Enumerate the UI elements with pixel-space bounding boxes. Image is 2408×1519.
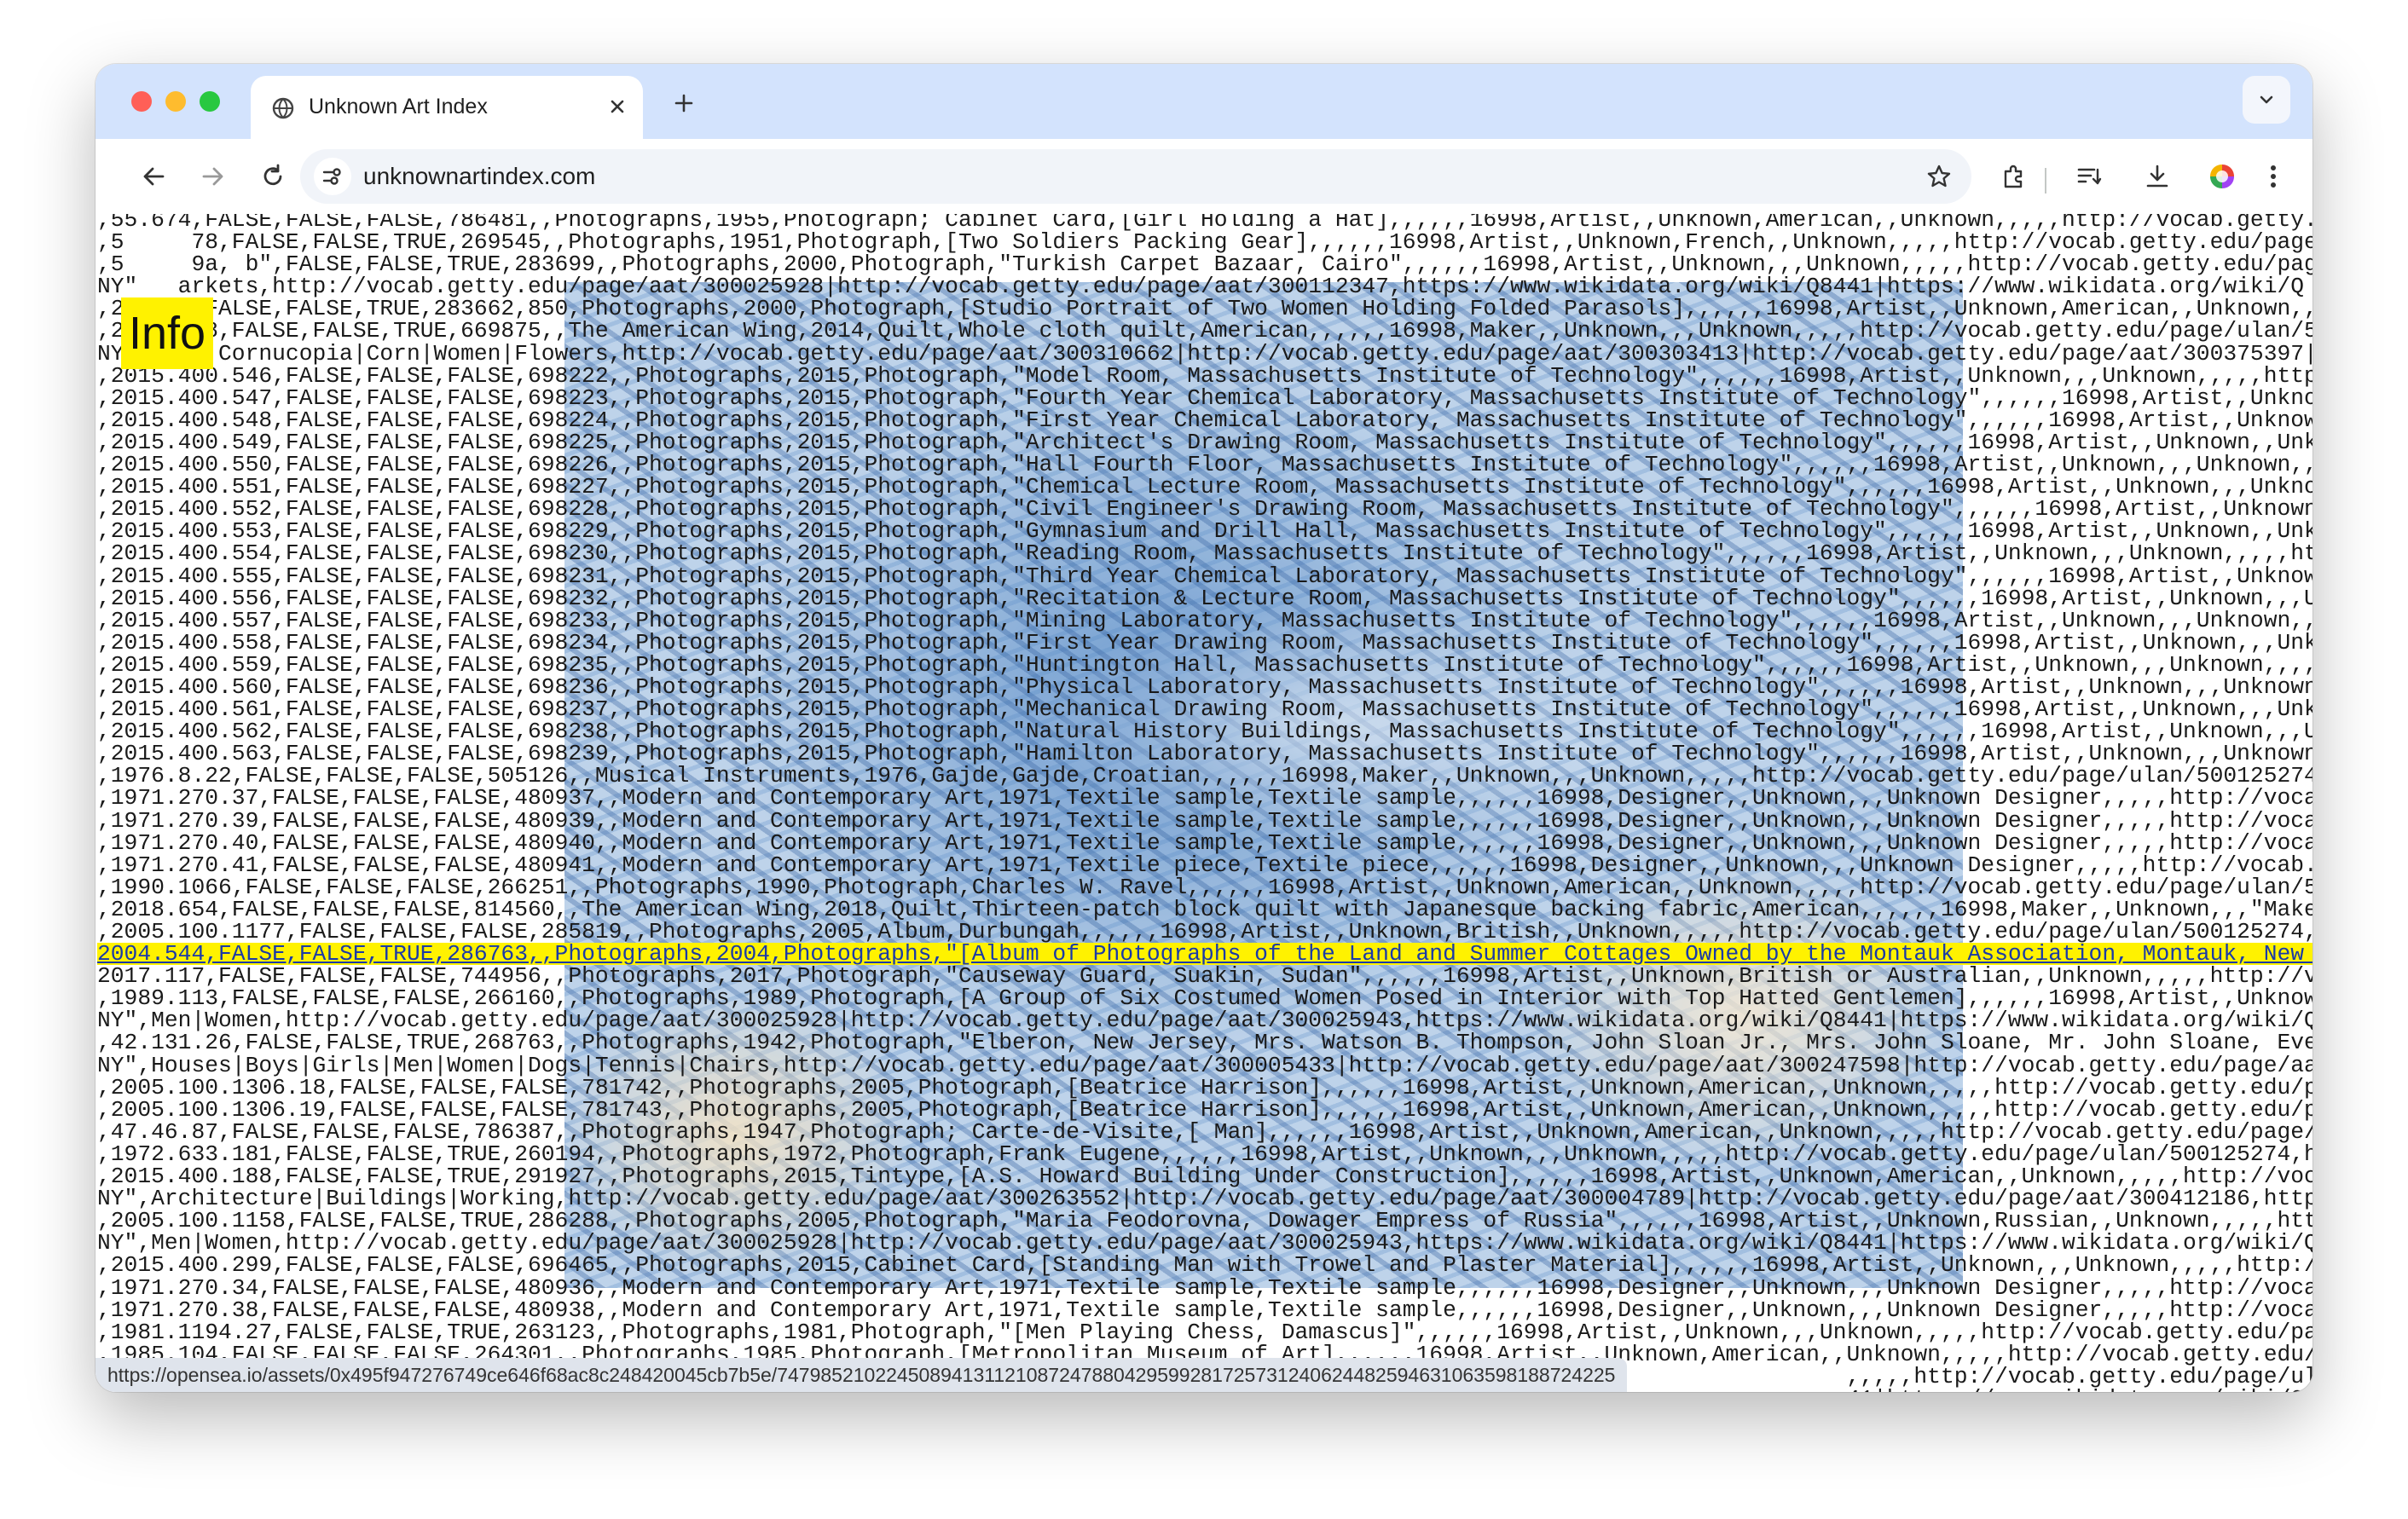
csv-record-line: ,1971.270.40,FALSE,FALSE,FALSE,480940,,M… bbox=[97, 829, 2312, 856]
csv-record-line: ,55.674,FALSE,FALSE,FALSE,786481,,Photog… bbox=[97, 214, 2312, 233]
csv-record-line: ,2018.654,FALSE,FALSE,FALSE,814560,,The … bbox=[97, 896, 2312, 922]
close-tab-icon[interactable] bbox=[602, 91, 633, 122]
csv-record-line: NY",Bees|Cornucopia|Corn|Women|Flowers,h… bbox=[97, 340, 2312, 367]
csv-record-line: ,1971.270.38,FALSE,FALSE,FALSE,480938,,M… bbox=[97, 1297, 2312, 1323]
csv-record-line: ,1971.270.37,FALSE,FALSE,FALSE,480937,,M… bbox=[97, 785, 2312, 811]
csv-record-line: 2017.117,FALSE,FALSE,FALSE,744956,,Photo… bbox=[97, 963, 2312, 990]
url-text: unknownartindex.com bbox=[363, 163, 596, 189]
address-bar[interactable]: unknownartindex.com bbox=[300, 149, 1971, 204]
csv-record-line: ,2015.400.299,FALSE,FALSE,FALSE,696465,,… bbox=[97, 1252, 2312, 1279]
csv-record-line: ,1976.8.22,FALSE,FALSE,FALSE,505126,,Mus… bbox=[97, 763, 2312, 789]
csv-record-line: NY",Men|Women,http://vocab.getty.edu/pag… bbox=[97, 1230, 2312, 1256]
csv-record-line: ,2015.128,FALSE,FALSE,TRUE,669875,,The A… bbox=[97, 318, 2312, 344]
maximize-window-button[interactable] bbox=[200, 91, 220, 112]
csv-record-line: ,2015.400.556,FALSE,FALSE,FALSE,698232,,… bbox=[97, 585, 2312, 611]
extensions-puzzle-icon[interactable] bbox=[1994, 156, 2035, 197]
csv-record-line: ,2015.400.188,FALSE,FALSE,TRUE,291927,,P… bbox=[97, 1164, 2312, 1190]
csv-record-line: ,2015.400.557,FALSE,FALSE,FALSE,698233,,… bbox=[97, 607, 2312, 633]
highlighted-record-link[interactable]: 2004.544,FALSE,FALSE,TRUE,286763,,Photog… bbox=[97, 943, 2312, 965]
csv-record-line: ,1990.1066,FALSE,FALSE,FALSE,266251,,Pho… bbox=[97, 874, 2312, 900]
csv-record-line: NY" arkets,http://vocab.getty.edu/page/a… bbox=[97, 274, 2305, 300]
download-icon[interactable] bbox=[2137, 156, 2178, 197]
csv-record-line: NY",Architecture|Buildings|Working,http:… bbox=[97, 1186, 2312, 1212]
forward-arrow-icon[interactable] bbox=[193, 156, 234, 197]
csv-record-line: ,2015.400.554,FALSE,FALSE,FALSE,698230,,… bbox=[97, 540, 2312, 567]
status-bar-url: https://opensea.io/assets/0x495f94727674… bbox=[96, 1358, 1628, 1392]
csv-record-line: ,1971.270.39,FALSE,FALSE,FALSE,480939,,M… bbox=[97, 807, 2312, 834]
csv-record-line: ,1972.633.181,FALSE,FALSE,TRUE,260194,,P… bbox=[97, 1141, 2312, 1167]
csv-record-line: ,2015.400.558,FALSE,FALSE,FALSE,698234,,… bbox=[97, 629, 2312, 656]
csv-record-line: ,2015.400.550,FALSE,FALSE,FALSE,698226,,… bbox=[97, 452, 2312, 478]
back-arrow-icon[interactable] bbox=[133, 156, 174, 197]
csv-record-line: ,2015.400.549,FALSE,FALSE,FALSE,698225,,… bbox=[97, 429, 2312, 455]
csv-record-line: ,1971.270.34,FALSE,FALSE,FALSE,480936,,M… bbox=[97, 1274, 2312, 1301]
active-tab[interactable]: Unknown Art Index bbox=[251, 76, 643, 139]
page-content: ,55.674,FALSE,FALSE,FALSE,786481,,Photog… bbox=[96, 214, 2312, 1392]
csv-record-line: ,2015.400.552,FALSE,FALSE,FALSE,698228,,… bbox=[97, 496, 2312, 523]
csv-record-line: NY",Men|Women,http://vocab.getty.edu/pag… bbox=[97, 1008, 2312, 1034]
info-button[interactable]: Info bbox=[121, 297, 213, 369]
reload-icon[interactable] bbox=[252, 156, 293, 197]
csv-record-line: ,2015.400.563,FALSE,FALSE,FALSE,698239,,… bbox=[97, 741, 2312, 767]
new-tab-icon[interactable] bbox=[669, 88, 699, 118]
tab-search-chevron-icon[interactable] bbox=[2243, 76, 2290, 124]
csv-record-line: ,1981.1194.27,FALSE,FALSE,TRUE,263123,,P… bbox=[97, 1319, 2312, 1345]
minimize-window-button[interactable] bbox=[165, 91, 186, 112]
csv-record-line: ,2015.400.546,FALSE,FALSE,FALSE,698222,,… bbox=[97, 362, 2312, 389]
globe-icon bbox=[272, 97, 294, 119]
csv-record-line: ,2015.400.548,FALSE,FALSE,FALSE,698224,,… bbox=[97, 407, 2312, 433]
browser-window: Unknown Art Index unknownartindex.com ,5… bbox=[96, 64, 2312, 1392]
csv-record-line: ,2015.400.551,FALSE,FALSE,FALSE,698227,,… bbox=[97, 474, 2312, 500]
csv-record-line: ,5 78,FALSE,FALSE,TRUE,269545,,Photograp… bbox=[97, 229, 2312, 256]
csv-record-line: ,2015.400.547,FALSE,FALSE,FALSE,698223,,… bbox=[97, 384, 2312, 411]
csv-record-line: ,2005.100.1177,FALSE,FALSE,FALSE,285819,… bbox=[97, 919, 2312, 944]
csv-record-line: ,42.131.26,FALSE,FALSE,TRUE,268763,,Phot… bbox=[97, 1030, 2312, 1056]
csv-record-line: ,2015.400.562,FALSE,FALSE,FALSE,698238,,… bbox=[97, 719, 2312, 745]
more-menu-icon[interactable] bbox=[2253, 156, 2294, 197]
bookmark-star-icon[interactable] bbox=[1920, 158, 1958, 195]
csv-record-line: ,2015.400.555,FALSE,FALSE,FALSE,698231,,… bbox=[97, 563, 2312, 589]
profile-avatar-icon[interactable] bbox=[2202, 156, 2243, 197]
site-settings-icon[interactable] bbox=[314, 158, 351, 195]
csv-record-line: ,1989.113,FALSE,FALSE,FALSE,266160,,Phot… bbox=[97, 985, 2312, 1012]
csv-record-line: ,5 9a, b",FALSE,FALSE,TRUE,283699,,Photo… bbox=[97, 251, 2312, 278]
csv-record-line: ,2015.400.559,FALSE,FALSE,FALSE,698235,,… bbox=[97, 651, 2312, 678]
csv-record-list: ,55.674,FALSE,FALSE,FALSE,786481,,Photog… bbox=[97, 214, 2312, 1392]
tab-strip: Unknown Art Index bbox=[96, 64, 2312, 139]
csv-record-line: ,2015.400.553,FALSE,FALSE,FALSE,698229,,… bbox=[97, 518, 2312, 545]
csv-record-line: ,2005.100.1306.18,FALSE,FALSE,FALSE,7817… bbox=[97, 1074, 2312, 1100]
csv-record-line: ,2015.400.561,FALSE,FALSE,FALSE,698237,,… bbox=[97, 696, 2312, 723]
csv-record-line: NY",Houses|Boys|Girls|Men|Women|Dogs|Ten… bbox=[97, 1052, 2312, 1078]
csv-record-line: ,2015.400.560,FALSE,FALSE,FALSE,698236,,… bbox=[97, 673, 2312, 700]
reading-list-icon[interactable] bbox=[2069, 156, 2110, 197]
csv-record-line: ,1971.270.41,FALSE,FALSE,FALSE,480941,,M… bbox=[97, 852, 2312, 878]
toolbar: unknownartindex.com bbox=[96, 139, 2312, 214]
close-window-button[interactable] bbox=[131, 91, 152, 112]
csv-record-line: ,2005.100.1158,FALSE,FALSE,TRUE,286288,,… bbox=[97, 1208, 2312, 1234]
csv-record-line: ,47.46.87,FALSE,FALSE,FALSE,786387,,Phot… bbox=[97, 1118, 2312, 1145]
toolbar-divider bbox=[2045, 168, 2046, 193]
csv-record-line: ,2000.1,FALSE,FALSE,TRUE,283662,850,Phot… bbox=[97, 296, 2312, 322]
csv-record-line: ,2005.100.1306.19,FALSE,FALSE,FALSE,7817… bbox=[97, 1096, 2312, 1123]
tab-title: Unknown Art Index bbox=[309, 95, 488, 118]
